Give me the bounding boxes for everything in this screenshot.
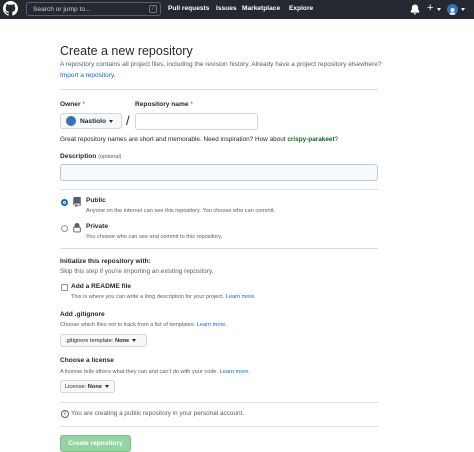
search-placeholder: Search or jump to...: [33, 5, 91, 13]
nav-explore[interactable]: Explore: [289, 5, 313, 12]
info-icon: i: [61, 410, 69, 418]
private-radio[interactable]: [61, 225, 68, 232]
repository-name-label: Repository name *: [135, 101, 193, 108]
private-option-description: You choose who can see and commit to thi…: [86, 234, 223, 240]
repository-name-input[interactable]: [135, 113, 258, 130]
page-subtitle: A repository contains all project files,…: [60, 61, 382, 68]
repository-name-help: Great repository names are short and mem…: [60, 136, 339, 143]
github-logo-icon[interactable]: [3, 1, 18, 16]
add-readme-label[interactable]: Add a README file: [71, 283, 131, 290]
nav-pull-requests[interactable]: Pull requests: [168, 5, 209, 12]
import-repository-link[interactable]: Import a repository.: [60, 72, 116, 79]
chevron-down-icon[interactable]: [437, 8, 441, 11]
readme-description: This is where you can write a long descr…: [71, 294, 257, 300]
private-option-title: Private: [86, 223, 108, 230]
owner-dropdown[interactable]: Nastiolo: [60, 113, 122, 129]
top-navigation-bar: Search or jump to... / Pull requests Iss…: [0, 0, 474, 19]
lock-icon: [73, 223, 81, 233]
license-description: A license tells others what they can and…: [60, 369, 250, 375]
chevron-down-icon: [109, 119, 114, 123]
license-dropdown-label: License: None: [65, 383, 102, 390]
avatar[interactable]: [447, 4, 458, 15]
slash-shortcut-hint: /: [149, 5, 157, 13]
owner-avatar: [66, 116, 76, 126]
gitignore-dropdown-label: .gitignore template: None: [65, 337, 130, 344]
public-option-description: Anyone on the internet can see this repo…: [86, 208, 275, 214]
owner-value: Nastiolo: [80, 117, 107, 125]
license-learn-more-link[interactable]: Learn more.: [220, 369, 250, 375]
avatar-chevron-down-icon[interactable]: [461, 8, 465, 11]
add-readme-checkbox[interactable]: [61, 284, 68, 291]
section-divider: [60, 402, 378, 403]
section-divider: [60, 189, 378, 190]
initialize-description: Skip this step if you're importing an ex…: [60, 268, 214, 275]
gitignore-learn-more-link[interactable]: Learn more.: [197, 322, 227, 328]
owner-label: Owner *: [60, 101, 85, 108]
license-title: Choose a license: [60, 357, 114, 364]
bell-icon[interactable]: [410, 4, 420, 15]
public-option-title: Public: [86, 197, 106, 204]
chevron-down-icon: [132, 339, 137, 342]
nav-issues[interactable]: Issues: [216, 5, 237, 12]
repo-icon: [73, 197, 81, 207]
description-input[interactable]: [60, 164, 378, 181]
gitignore-title: Add .gitignore: [60, 311, 105, 318]
chevron-down-icon: [105, 385, 109, 388]
gitignore-template-dropdown[interactable]: .gitignore template: None: [60, 334, 147, 347]
create-repository-button[interactable]: Create repository: [60, 435, 131, 452]
readme-learn-more-link[interactable]: Learn more.: [226, 294, 256, 300]
search-input[interactable]: Search or jump to... /: [26, 2, 161, 16]
license-dropdown[interactable]: License: None: [60, 380, 115, 393]
owner-repo-separator: /: [126, 113, 130, 128]
gitignore-description: Choose which files not to track from a l…: [60, 322, 227, 328]
name-suggestion[interactable]: crispy-parakeet: [287, 136, 334, 143]
section-divider: [60, 248, 378, 249]
initialize-title: Initialize this repository with:: [60, 258, 151, 265]
description-label: Description (optional): [60, 153, 122, 160]
section-divider: [60, 89, 378, 90]
public-radio[interactable]: [61, 199, 68, 206]
page-title: Create a new repository: [60, 44, 193, 58]
visibility-notice: You are creating a public repository in …: [71, 410, 245, 417]
section-divider: [60, 426, 378, 427]
nav-marketplace[interactable]: Marketplace: [242, 5, 280, 12]
plus-icon[interactable]: +: [427, 2, 433, 14]
